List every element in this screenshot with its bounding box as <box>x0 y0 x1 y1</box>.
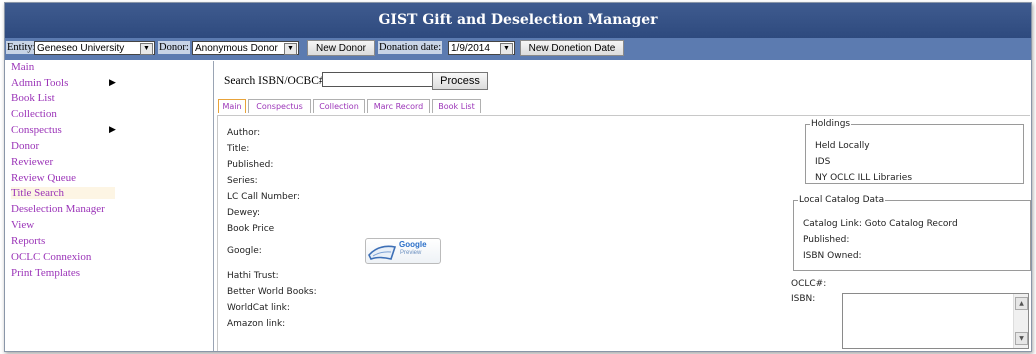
tab-book-list[interactable]: Book List <box>432 99 481 113</box>
sidebar-divider <box>213 61 214 351</box>
chevron-down-icon: ▼ <box>284 43 297 55</box>
main-panel: Search ISBN/OCBC# Process Main Conspectu… <box>215 61 1031 351</box>
donation-date-select[interactable]: 1/9/2014 ▼ <box>448 41 515 55</box>
tab-conspectus[interactable]: Conspectus <box>248 99 311 113</box>
author-label: Author: <box>227 128 261 138</box>
sidebar-item-book-list[interactable]: Book List <box>11 92 55 104</box>
process-button[interactable]: Process <box>432 72 488 90</box>
amazon-link-label: Amazon link: <box>227 319 286 329</box>
new-donation-date-button[interactable]: New Donetion Date <box>520 40 624 56</box>
entity-select[interactable]: Geneseo University ▼ <box>34 41 155 55</box>
textarea-scrollbar[interactable]: ▲ ▼ <box>1013 294 1028 348</box>
sidebar-item-oclc-connexion[interactable]: OCLC Connexion <box>11 251 91 263</box>
google-label: Google: <box>227 246 262 256</box>
sidebar-item-admin-tools[interactable]: Admin Tools ▶ <box>11 77 121 89</box>
book-price-label: Book Price <box>227 224 275 234</box>
holding-ids: IDS <box>815 157 831 167</box>
submenu-arrow-icon: ▶ <box>109 124 116 134</box>
new-donor-button[interactable]: New Donor <box>307 40 375 56</box>
toolbar: Entity: Geneseo University ▼ Donor: Anon… <box>5 38 1031 60</box>
tab-collection[interactable]: Collection <box>313 99 365 113</box>
google-preview-button[interactable]: Google Preview <box>365 238 441 264</box>
app-title-bar: GIST Gift and Deselection Manager <box>5 3 1031 38</box>
isbn-textarea[interactable]: ▲ ▼ <box>842 293 1029 349</box>
google-preview-icon <box>368 245 397 261</box>
goto-catalog-record-link[interactable]: Goto Catalog Record <box>865 219 958 229</box>
sidebar-item-donor[interactable]: Donor <box>11 140 39 152</box>
chevron-down-icon: ▼ <box>500 43 513 55</box>
donor-select[interactable]: Anonymous Donor ▼ <box>192 41 299 55</box>
tab-main[interactable]: Main <box>218 99 246 113</box>
better-world-books-label: Better World Books: <box>227 287 317 297</box>
sidebar-nav: Main Admin Tools ▶ Book List Collection C… <box>8 61 213 349</box>
hathi-trust-label: Hathi Trust: <box>227 271 279 281</box>
search-label: Search ISBN/OCBC# <box>224 75 325 87</box>
local-catalog-legend: Local Catalog Data <box>799 195 885 205</box>
published-label: Published: <box>227 160 274 170</box>
oclc-label: OCLC#: <box>791 279 827 289</box>
donor-label: Donor: <box>158 41 190 54</box>
isbn-owned-label: ISBN Owned: <box>803 251 862 261</box>
holding-held-locally: Held Locally <box>815 141 870 151</box>
title-label: Title: <box>227 144 250 154</box>
sidebar-item-reports[interactable]: Reports <box>11 235 45 247</box>
entity-label: Entity: <box>6 41 37 54</box>
sidebar-item-view[interactable]: View <box>11 219 34 231</box>
sidebar-item-review-queue[interactable]: Review Queue <box>11 172 76 184</box>
tab-marc-record[interactable]: Marc Record <box>367 99 430 113</box>
scroll-up-icon[interactable]: ▲ <box>1015 297 1028 310</box>
sidebar-item-main[interactable]: Main <box>11 61 34 73</box>
lc-call-number-label: LC Call Number: <box>227 192 300 202</box>
donation-date-label: Donation date: <box>378 41 443 54</box>
app-window: GIST Gift and Deselection Manager Entity… <box>4 2 1032 352</box>
sidebar-item-collection[interactable]: Collection <box>11 108 57 120</box>
scroll-down-icon[interactable]: ▼ <box>1015 332 1028 345</box>
local-published-label: Published: <box>803 235 850 245</box>
chevron-down-icon: ▼ <box>140 43 153 55</box>
app-title: GIST Gift and Deselection Manager <box>378 12 658 28</box>
holdings-legend: Holdings <box>811 119 851 129</box>
sidebar-item-print-templates[interactable]: Print Templates <box>11 267 80 279</box>
worldcat-link-label: WorldCat link: <box>227 303 290 313</box>
local-catalog-box: Local Catalog Data Catalog Link: Goto Ca… <box>793 195 1031 271</box>
holdings-box: Holdings Held Locally IDS NY OCLC ILL Li… <box>805 119 1024 184</box>
holding-ny-oclc: NY OCLC ILL Libraries <box>815 173 913 183</box>
series-label: Series: <box>227 176 258 186</box>
submenu-arrow-icon: ▶ <box>109 77 116 87</box>
sidebar-item-deselection-manager[interactable]: Deselection Manager <box>11 203 105 215</box>
sidebar-item-conspectus[interactable]: Conspectus ▶ <box>11 124 121 136</box>
isbn-label: ISBN: <box>791 294 816 304</box>
sidebar-item-reviewer[interactable]: Reviewer <box>11 156 53 168</box>
dewey-label: Dewey: <box>227 208 261 218</box>
sidebar-item-title-search[interactable]: Title Search <box>11 187 115 199</box>
catalog-link-label: Catalog Link: Goto Catalog Record <box>803 219 958 229</box>
